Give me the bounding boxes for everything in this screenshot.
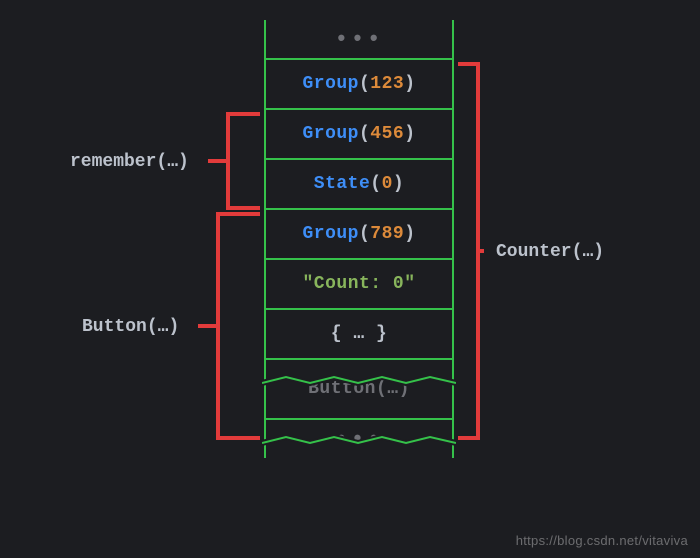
stack-cell-button-gap: Button(…) xyxy=(266,358,452,418)
label-counter: Counter(…) xyxy=(496,242,604,262)
stack-cell-group-789: Group(789) xyxy=(266,210,452,260)
stack-cell-ellipsis-top: ••• xyxy=(266,20,452,60)
ellipsis-icon: ••• xyxy=(335,427,384,452)
stack-cell-group-123: Group(123) xyxy=(266,60,452,110)
bracket-remember xyxy=(208,112,262,210)
stack-cell-ellipsis-bottom: ••• xyxy=(266,418,452,458)
bracket-counter xyxy=(456,62,484,440)
stack-cell-lambda-body: { … } xyxy=(266,310,452,360)
stack-cell-group-456: Group(456) xyxy=(266,110,452,160)
label-button: Button(…) xyxy=(82,317,179,337)
stack-cell-state: State(0) xyxy=(266,160,452,210)
ellipsis-icon: ••• xyxy=(335,27,384,52)
slot-stack: ••• Group(123) Group(456) State(0) Group… xyxy=(264,20,454,458)
stack-cell-count-string: "Count: 0" xyxy=(266,260,452,310)
bracket-button xyxy=(198,212,262,440)
watermark: https://blog.csdn.net/vitaviva xyxy=(516,533,688,548)
label-remember: remember(…) xyxy=(70,152,189,172)
